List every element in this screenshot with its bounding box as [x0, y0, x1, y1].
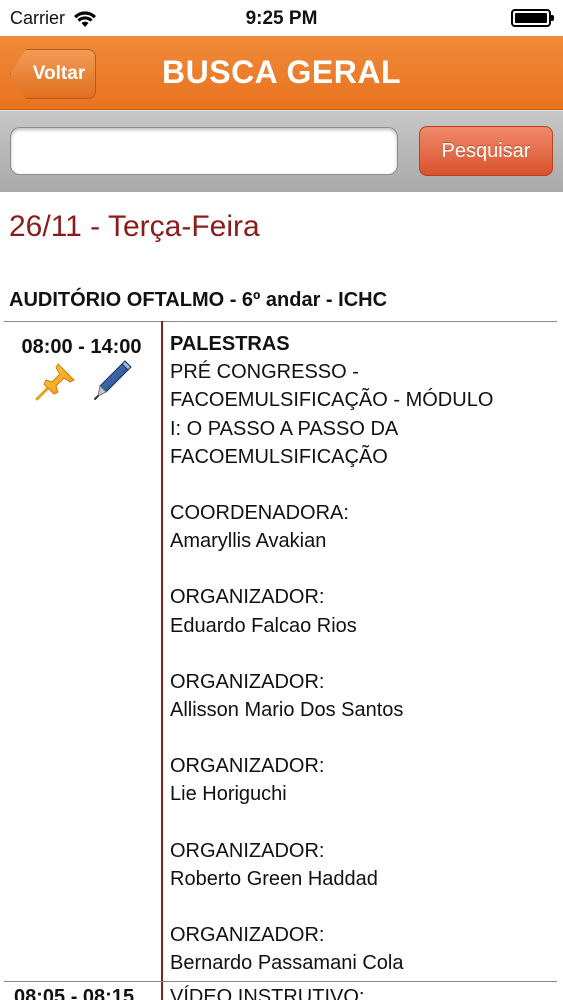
person-name: Bernardo Passamani Cola: [170, 952, 404, 975]
person-role: ORGANIZADOR:: [170, 586, 325, 609]
person-name: Allisson Mario Dos Santos: [170, 699, 404, 722]
page-title: BUSCA GERAL: [162, 54, 401, 90]
person-name: Amaryllis Avakian: [170, 530, 327, 553]
row-divider: [4, 321, 557, 322]
person-role: COORDENADORA:: [170, 502, 349, 525]
date-heading: 26/11 - Terça-Feira: [9, 210, 260, 243]
search-button-label: Pesquisar: [441, 139, 531, 162]
person-role: ORGANIZADOR:: [170, 839, 325, 862]
event-title-line: FACOEMULSIFICAÇÃO - MÓDULO: [170, 389, 494, 412]
event-actions: [34, 360, 132, 402]
event-time: 08:05 - 08:15: [14, 986, 135, 1000]
event-title-line: FACOEMULSIFICAÇÃO: [170, 445, 388, 468]
venue-heading: AUDITÓRIO OFTALMO - 6º andar - ICHC: [9, 289, 388, 311]
search-input[interactable]: [10, 127, 398, 175]
person-role: ORGANIZADOR:: [170, 924, 325, 947]
status-time: 9:25 PM: [245, 8, 318, 29]
person-role: ORGANIZADOR:: [170, 755, 325, 778]
status-bar: Carrier 9:25 PM: [0, 0, 563, 36]
search-bar: Pesquisar: [0, 110, 563, 192]
pen-icon[interactable]: [92, 360, 132, 402]
battery-icon: [511, 9, 554, 27]
person-name: Eduardo Falcao Rios: [170, 614, 357, 637]
event-title-line: I: O PASSO A PASSO DA: [170, 417, 399, 440]
person-name: Roberto Green Haddad: [170, 867, 378, 890]
event-description: PALESTRAS PRÉ CONGRESSO - FACOEMULSIFICA…: [170, 330, 555, 977]
event-time: 08:00 - 14:00: [21, 336, 142, 358]
nav-bar: Voltar BUSCA GERAL: [0, 36, 563, 110]
battery-fill: [515, 13, 547, 23]
person-role: ORGANIZADOR:: [170, 670, 325, 693]
event-category: VÍDEO INSTRUTIVO:: [170, 986, 365, 1000]
person-name: Lie Horiguchi: [170, 783, 287, 806]
column-divider: [161, 321, 163, 1000]
search-button[interactable]: Pesquisar: [419, 126, 553, 176]
row-divider: [4, 981, 557, 982]
event-title-line: PRÉ CONGRESSO -: [170, 361, 359, 384]
event-category: PALESTRAS: [170, 333, 290, 355]
pushpin-icon[interactable]: [34, 360, 80, 402]
